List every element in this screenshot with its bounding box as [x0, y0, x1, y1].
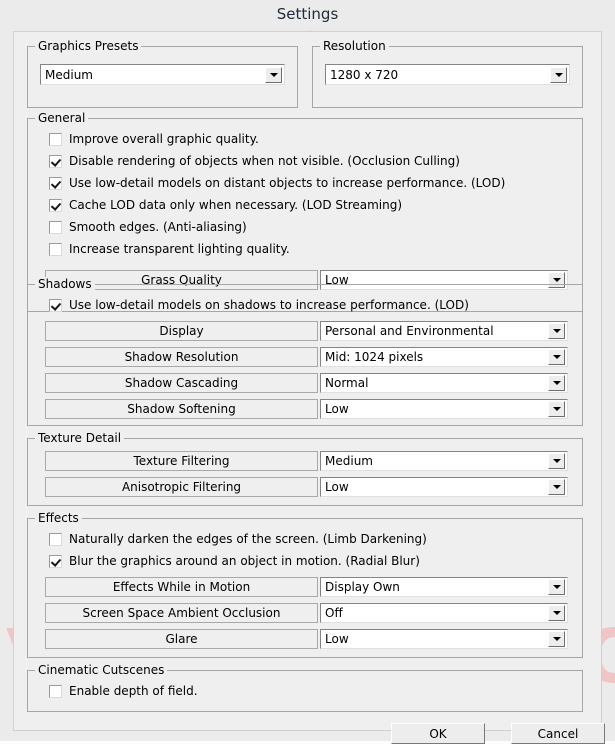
resolution-value: 1280 x 720: [330, 67, 399, 82]
shadow-display-dropdown[interactable]: Personal and Environmental: [320, 321, 568, 341]
effects-while-in-motion-dropdown[interactable]: Display Own: [320, 577, 568, 597]
setting-label-anisotropic-filtering: Anisotropic Filtering: [45, 477, 318, 497]
graphics-preset-dropdown[interactable]: Medium: [40, 64, 285, 85]
setting-label-glare: Glare: [45, 629, 318, 649]
chevron-down-icon[interactable]: [548, 401, 565, 417]
checkbox-label: Improve overall graphic quality.: [69, 131, 259, 146]
setting-label-text: Shadow Softening: [127, 402, 236, 416]
setting-label-effects-while-in-motion: Effects While in Motion: [45, 577, 318, 597]
chevron-down-icon[interactable]: [548, 349, 565, 365]
setting-label-text: Display: [159, 324, 204, 338]
checkbox-improve-overall-graphic-quality[interactable]: Improve overall graphic quality.: [49, 131, 259, 147]
chevron-down-icon[interactable]: [548, 323, 565, 339]
chevron-down-icon[interactable]: [548, 579, 565, 595]
page-title: Settings: [276, 5, 339, 23]
anisotropic-filtering-value: Low: [325, 480, 349, 494]
chevron-down-icon[interactable]: [548, 631, 565, 647]
resolution-dropdown[interactable]: 1280 x 720: [325, 64, 570, 85]
group-resolution: Resolution 1280 x 720: [312, 39, 583, 108]
texture-filtering-dropdown[interactable]: Medium: [320, 451, 568, 471]
group-cinematic-cutscenes: Cinematic Cutscenes Enable depth of fiel…: [27, 663, 583, 712]
chevron-down-icon[interactable]: [548, 375, 565, 391]
checkbox-label: Cache LOD data only when necessary. (LOD…: [69, 197, 403, 212]
setting-label-text: Screen Space Ambient Occlusion: [82, 606, 281, 620]
chevron-down-icon[interactable]: [548, 605, 565, 621]
checkbox-icon[interactable]: [49, 554, 62, 568]
shadow-cascading-dropdown[interactable]: Normal: [320, 373, 568, 393]
glare-value: Low: [325, 632, 349, 646]
checkbox-occlusion-culling[interactable]: Disable rendering of objects when not vi…: [49, 153, 460, 169]
shadow-resolution-value: Mid: 1024 pixels: [325, 350, 424, 364]
checkbox-icon[interactable]: [49, 220, 62, 234]
checkbox-label: Use low-detail models on distant objects…: [69, 175, 506, 190]
checkbox-enable-depth-of-field[interactable]: Enable depth of field.: [49, 683, 198, 699]
group-label-texture-detail: Texture Detail: [35, 431, 125, 445]
group-label-cinematic-cutscenes: Cinematic Cutscenes: [35, 663, 168, 677]
group-label-general: General: [35, 111, 89, 125]
checkbox-shadow-lod[interactable]: Use low-detail models on shadows to incr…: [49, 297, 469, 313]
group-texture-detail: Texture Detail Texture Filtering Medium …: [27, 431, 583, 506]
checkbox-label: Naturally darken the edges of the screen…: [69, 531, 427, 546]
checkbox-label: Blur the graphics around an object in mo…: [69, 553, 420, 568]
chevron-down-icon[interactable]: [265, 66, 282, 83]
checkbox-lod-streaming[interactable]: Cache LOD data only when necessary. (LOD…: [49, 197, 402, 213]
group-label-resolution: Resolution: [320, 39, 389, 53]
group-label-graphics-presets: Graphics Presets: [35, 39, 142, 53]
shadow-softening-value: Low: [325, 402, 349, 416]
checkbox-label: Disable rendering of objects when not vi…: [69, 153, 460, 168]
setting-label-display: Display: [45, 321, 318, 341]
checkbox-icon[interactable]: [49, 154, 62, 168]
group-effects: Effects Naturally darken the edges of th…: [27, 511, 583, 658]
setting-label-shadow-softening: Shadow Softening: [45, 399, 318, 419]
checkbox-label: Enable depth of field.: [69, 683, 198, 698]
setting-label-text: Shadow Resolution: [124, 350, 239, 364]
checkbox-label: Smooth edges. (Anti-aliasing): [69, 219, 247, 234]
setting-label-text: Effects While in Motion: [112, 580, 251, 594]
shadow-display-value: Personal and Environmental: [325, 324, 494, 338]
group-general: General Improve overall graphic quality.…: [27, 111, 583, 312]
chevron-down-icon[interactable]: [548, 479, 565, 495]
effects-while-in-motion-value: Display Own: [325, 580, 400, 594]
setting-label-text: Anisotropic Filtering: [121, 480, 242, 494]
shadow-resolution-dropdown[interactable]: Mid: 1024 pixels: [320, 347, 568, 367]
checkbox-icon[interactable]: [49, 242, 62, 256]
setting-label-shadow-resolution: Shadow Resolution: [45, 347, 318, 367]
group-label-shadows: Shadows: [35, 277, 95, 291]
glare-dropdown[interactable]: Low: [320, 629, 568, 649]
chevron-down-icon[interactable]: [548, 453, 565, 469]
checkbox-icon[interactable]: [49, 132, 62, 146]
settings-dialog: VMODTECH.COM Settings Graphics Presets M…: [0, 0, 615, 744]
checkbox-anti-aliasing[interactable]: Smooth edges. (Anti-aliasing): [49, 219, 247, 235]
checkbox-icon[interactable]: [49, 176, 62, 190]
checkbox-label: Use low-detail models on shadows to incr…: [69, 297, 469, 312]
checkbox-icon[interactable]: [49, 532, 62, 546]
checkbox-label: Increase transparent lighting quality.: [69, 241, 290, 256]
setting-label-text: Texture Filtering: [133, 454, 230, 468]
dialog-client-area: Graphics Presets Medium Resolution 1280 …: [13, 31, 605, 744]
setting-label-shadow-cascading: Shadow Cascading: [45, 373, 318, 393]
group-shadows: Shadows Use low-detail models on shadows…: [27, 277, 583, 426]
anisotropic-filtering-dropdown[interactable]: Low: [320, 477, 568, 497]
checkbox-transparent-lighting[interactable]: Increase transparent lighting quality.: [49, 241, 290, 257]
checkbox-icon[interactable]: [49, 198, 62, 212]
setting-label-text: Glare: [165, 632, 198, 646]
setting-label-texture-filtering: Texture Filtering: [45, 451, 318, 471]
title-bar: Settings: [0, 0, 615, 30]
chevron-down-icon[interactable]: [550, 66, 567, 83]
group-graphics-presets: Graphics Presets Medium: [27, 39, 298, 108]
shadow-softening-dropdown[interactable]: Low: [320, 399, 568, 419]
checkbox-icon[interactable]: [49, 684, 62, 698]
setting-label-text: Shadow Cascading: [124, 376, 239, 390]
checkbox-limb-darkening[interactable]: Naturally darken the edges of the screen…: [49, 531, 427, 547]
checkbox-lod[interactable]: Use low-detail models on distant objects…: [49, 175, 505, 191]
setting-label-ssao: Screen Space Ambient Occlusion: [45, 603, 318, 623]
checkbox-radial-blur[interactable]: Blur the graphics around an object in mo…: [49, 553, 420, 569]
group-label-effects: Effects: [35, 511, 82, 525]
ssao-dropdown[interactable]: Off: [320, 603, 568, 623]
texture-filtering-value: Medium: [325, 454, 373, 468]
checkbox-icon[interactable]: [49, 298, 62, 312]
ssao-value: Off: [325, 606, 343, 620]
shadow-cascading-value: Normal: [325, 376, 369, 390]
graphics-preset-value: Medium: [45, 67, 93, 82]
